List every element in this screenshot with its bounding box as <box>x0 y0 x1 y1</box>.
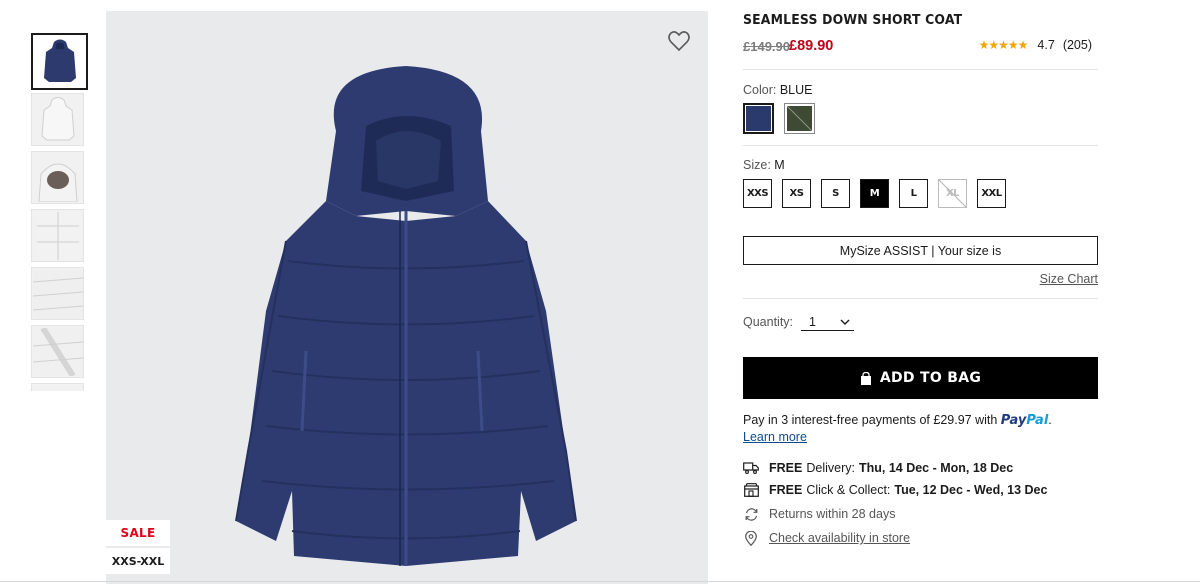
installments-period: . <box>1048 413 1052 427</box>
size-options: XXS XS S M L XL XXL <box>743 179 1006 208</box>
color-swatch-olive[interactable] <box>784 103 815 134</box>
hood-thumbnail-image <box>37 163 78 202</box>
sleeve-thumbnail-image <box>32 327 83 376</box>
paypal-logo-pay: Pay <box>1000 413 1027 428</box>
shopping-bag-icon <box>860 371 871 385</box>
thumbnail-white-quilting[interactable] <box>31 267 84 320</box>
thumbnail-white-coat-detail[interactable] <box>31 209 84 262</box>
click-collect-dates: Tue, 12 Dec - Wed, 13 Dec <box>894 483 1048 497</box>
quantity-select[interactable]: 1 <box>801 313 854 331</box>
thumbnail-blue-coat[interactable] <box>31 33 88 90</box>
selected-color: BLUE <box>779 83 813 97</box>
size-label-row: Size: M <box>743 158 785 172</box>
quantity-label: Quantity: <box>743 315 794 329</box>
quilting-thumbnail-image <box>32 269 83 318</box>
free-label: FREE <box>769 483 803 497</box>
size-option-l[interactable]: L <box>899 179 928 208</box>
size-label: Size: <box>743 158 771 172</box>
delivery-dates: Thu, 14 Dec - Mon, 18 Dec <box>858 461 1014 475</box>
size-option-xxs[interactable]: XXS <box>743 179 772 208</box>
add-to-bag-label: ADD TO BAG <box>879 370 982 386</box>
coat-image <box>235 66 577 566</box>
click-collect-text: Click & Collect: <box>806 483 891 497</box>
check-availability-link[interactable]: Check availability in store <box>769 531 910 545</box>
price-row: £149.90 £89.90 ★★★★★ 4.7 (205) <box>743 38 1098 56</box>
thumbnail-white-sleeve[interactable] <box>31 325 84 378</box>
size-option-xs[interactable]: XS <box>782 179 811 208</box>
quantity-value: 1 <box>809 314 816 329</box>
page-bottom-divider <box>0 581 1200 582</box>
divider <box>743 145 1098 146</box>
sale-badge: SALE <box>106 520 170 546</box>
product-rating[interactable]: ★★★★★ 4.7 (205) <box>979 38 1092 52</box>
product-title: SEAMLESS DOWN SHORT COAT <box>743 12 963 28</box>
thumbnail-white-hood-detail[interactable] <box>31 151 84 204</box>
delivery-info: FREE Delivery: Thu, 14 Dec - Mon, 18 Dec <box>743 460 1013 476</box>
mysize-assist-button[interactable]: MySize ASSIST | Your size is <box>743 236 1098 265</box>
size-range-badge: XXS-XXL <box>106 548 170 574</box>
thumbnail-list <box>31 33 88 396</box>
size-option-s[interactable]: S <box>821 179 850 208</box>
rating-value: 4.7 <box>1037 38 1055 52</box>
color-swatches <box>743 103 815 134</box>
returns-icon <box>743 506 759 522</box>
favorite-heart-icon[interactable] <box>667 29 691 53</box>
size-option-xl[interactable]: XL <box>938 179 967 208</box>
delivery-truck-icon <box>743 460 759 476</box>
size-option-xxl[interactable]: XXL <box>977 179 1006 208</box>
paypal-logo: PayPal <box>1001 413 1048 428</box>
coat-thumbnail-image <box>43 39 76 82</box>
free-label: FREE <box>769 461 803 475</box>
learn-more-link[interactable]: Learn more <box>743 430 807 444</box>
delivery-text: Delivery: <box>806 461 855 475</box>
color-label: Color: <box>743 83 777 97</box>
selected-size: M <box>774 158 785 172</box>
original-price: £149.90 <box>743 39 790 54</box>
returns-info: Returns within 28 days <box>743 506 895 522</box>
divider <box>743 298 1098 299</box>
size-option-m[interactable]: M <box>860 179 889 208</box>
installments-text: Pay in 3 interest-free payments of £29.9… <box>743 413 998 427</box>
paypal-logo-pal: Pal <box>1026 413 1049 428</box>
main-product-image: SALE XXS-XXL <box>106 11 708 584</box>
chevron-down-icon <box>840 319 850 325</box>
size-chart-link[interactable]: Size Chart <box>1040 272 1098 286</box>
thumbnail-white-coat-back[interactable] <box>31 93 84 146</box>
coat-thumbnail-image <box>40 96 75 140</box>
paypal-installments: Pay in 3 interest-free payments of £29.9… <box>743 413 1052 428</box>
rating-stars-icon: ★★★★★ <box>978 38 1029 52</box>
review-count: (205) <box>1062 38 1092 52</box>
color-swatch-blue[interactable] <box>743 103 774 134</box>
location-pin-icon <box>743 530 759 546</box>
store-icon <box>743 482 759 498</box>
store-availability: Check availability in store <box>743 530 910 546</box>
returns-text: Returns within 28 days <box>769 507 896 521</box>
color-label-row: Color: BLUE <box>743 83 812 97</box>
quilting-thumbnail-image <box>36 211 79 260</box>
divider <box>743 69 1098 70</box>
sale-price: £89.90 <box>789 38 834 54</box>
thumbnail-more[interactable] <box>31 383 84 391</box>
add-to-bag-button[interactable]: ADD TO BAG <box>743 357 1098 399</box>
click-collect-info: FREE Click & Collect: Tue, 12 Dec - Wed,… <box>743 482 1047 498</box>
